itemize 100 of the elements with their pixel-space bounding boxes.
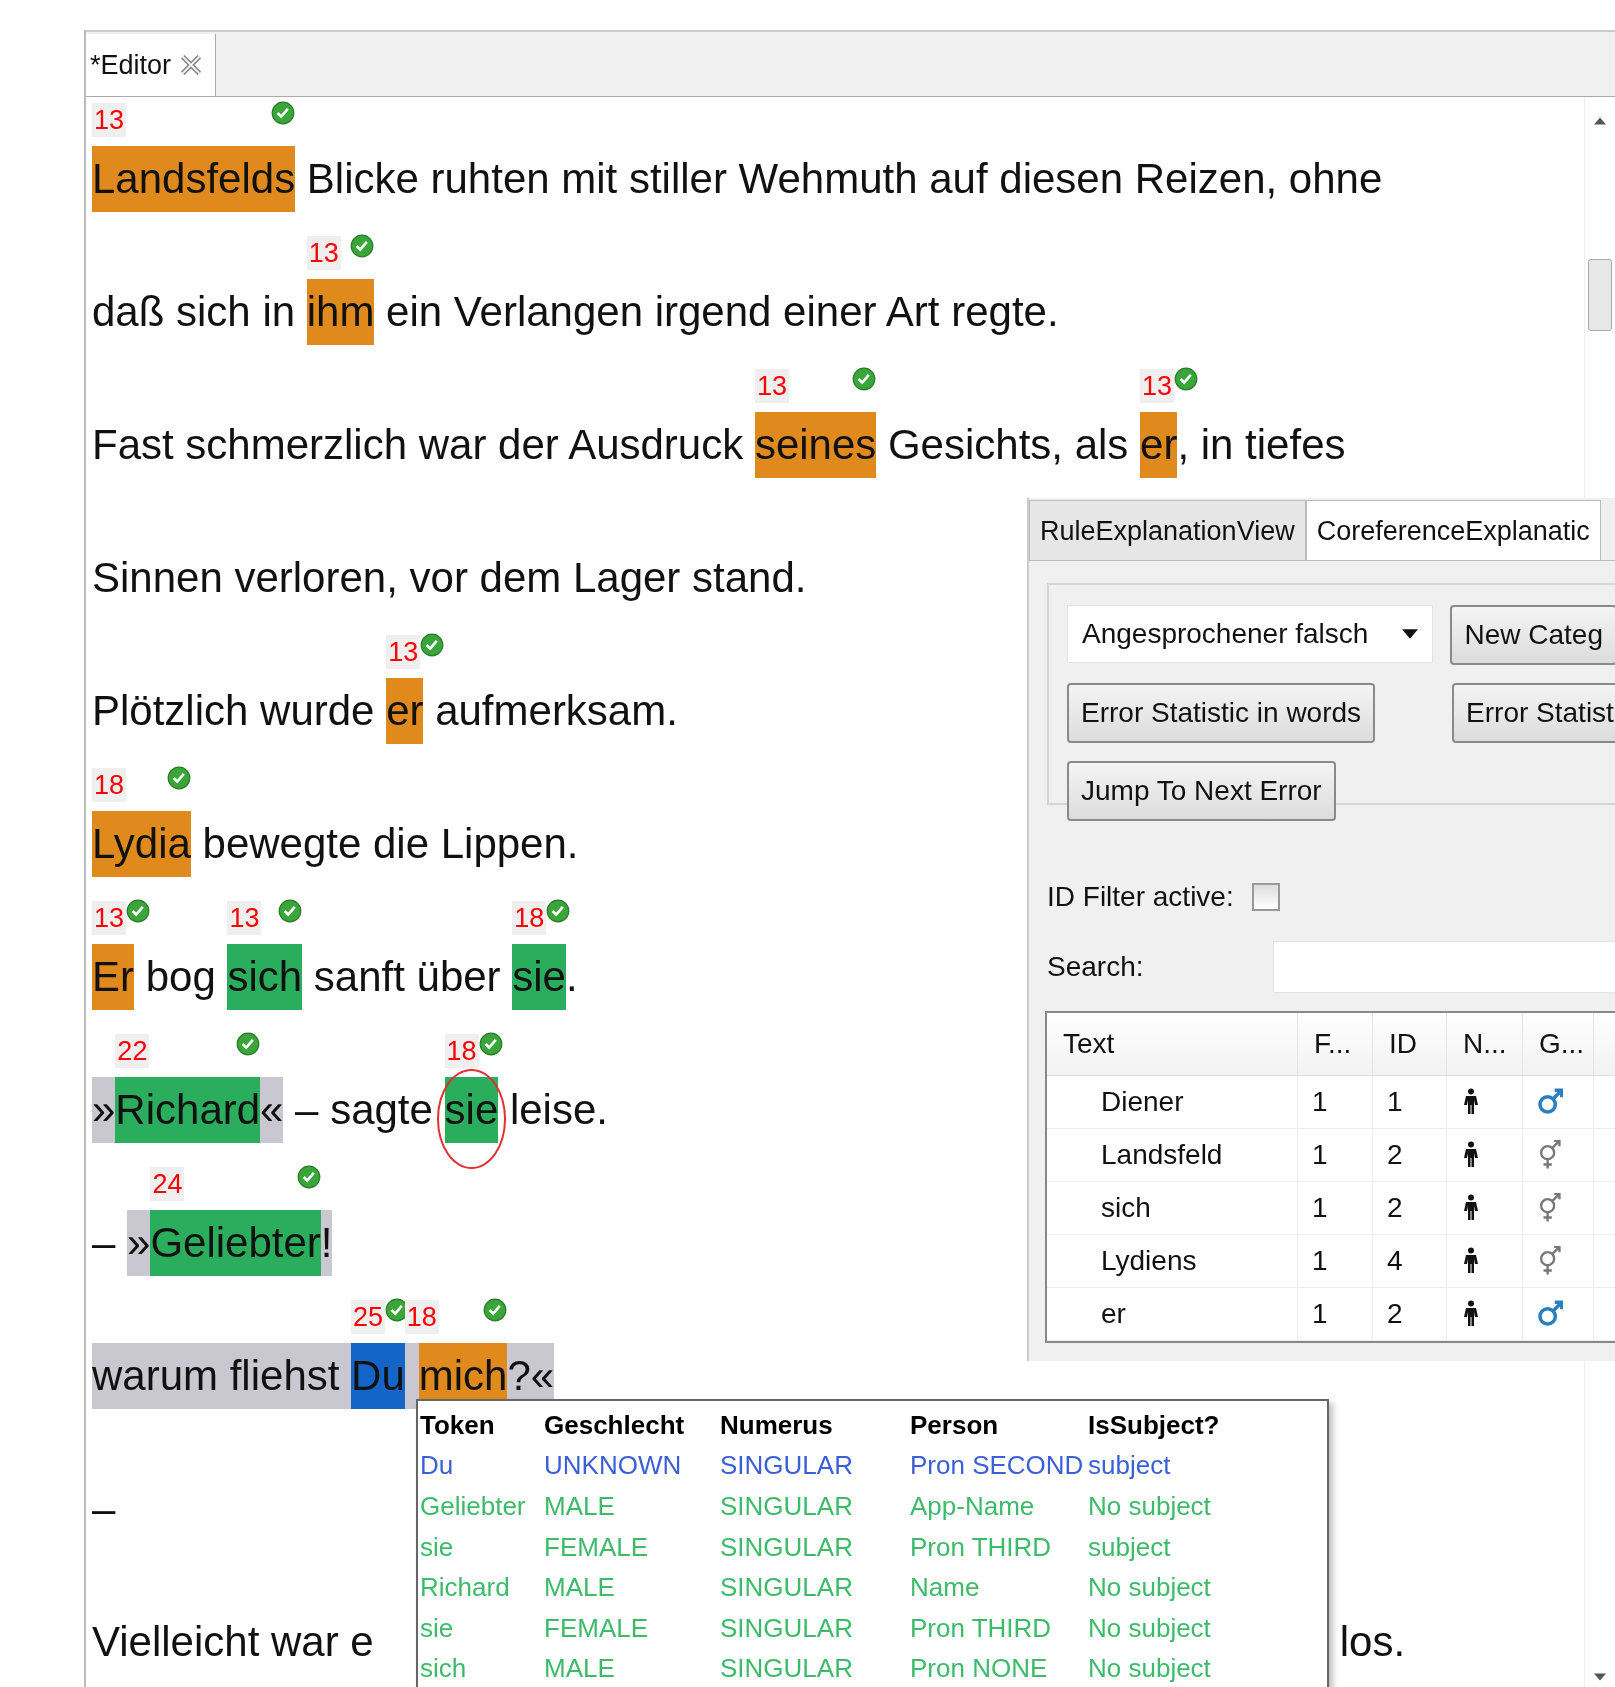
text-span: bewegte die Lippen. [201, 819, 579, 869]
tooltip-cell-text: Pron THIRD [910, 1612, 1053, 1644]
mention-id: 18 [92, 768, 127, 802]
check-icon [478, 1032, 503, 1056]
mention-id: 13 [92, 103, 127, 137]
mention-id: 18 [404, 1300, 439, 1334]
mention-id: 18 [512, 901, 547, 935]
text-span: « [260, 1077, 284, 1143]
scroll-down-icon[interactable] [1594, 1673, 1606, 1681]
mention-id: 24 [150, 1167, 185, 1201]
mention-highlight[interactable]: Landsfelds [92, 146, 296, 212]
person-icon [1461, 1193, 1481, 1223]
editor-tab[interactable]: *Editor [86, 34, 217, 96]
tooltip-cell-text: SINGULAR [720, 1450, 854, 1482]
mention-id: 22 [115, 1034, 150, 1068]
mention-highlight[interactable]: er [1140, 412, 1178, 478]
category-dropdown[interactable]: Angesprochener falsch [1067, 605, 1434, 663]
tooltip-cell-text: SINGULAR [720, 1531, 854, 1563]
mention-highlight[interactable]: sie [512, 944, 566, 1010]
mention-id: 13 [92, 901, 127, 935]
tooltip-cell-text: FEMALE [544, 1612, 650, 1644]
check-icon [126, 899, 151, 923]
mention-highlight[interactable]: sie [444, 1077, 499, 1143]
action-button[interactable]: Error Statistic in words [1067, 683, 1376, 743]
gender-symbol-icon [1537, 1140, 1563, 1170]
filter-label: ID Filter active: [1047, 881, 1234, 913]
tooltip-cell-text: UNKNOWN [544, 1450, 683, 1482]
scroll-up-icon[interactable] [1594, 117, 1606, 125]
mention-id: 13 [754, 369, 789, 403]
text-span: – sagte [294, 1085, 434, 1135]
tooltip-cell-text: No subject [1088, 1653, 1212, 1685]
table-cell: 1 [1298, 1235, 1373, 1287]
mention-id: 13 [306, 236, 341, 270]
action-button[interactable]: Error Statist [1452, 683, 1615, 743]
mention-highlight[interactable]: seines [754, 412, 877, 478]
tooltip-cell-text: FEMALE [544, 1531, 650, 1563]
search-label: Search: [1047, 951, 1145, 983]
gender-symbol-icon [1537, 1193, 1563, 1223]
tooltip-cell-text: sie [420, 1531, 455, 1563]
check-icon [1174, 367, 1199, 391]
table-cell: er [1047, 1288, 1298, 1340]
tooltip-header: Token [420, 1409, 496, 1441]
mention-highlight[interactable]: Lydia [92, 811, 191, 877]
mention-highlight[interactable]: Richard [115, 1077, 261, 1143]
table-cell: 1 [1373, 1076, 1447, 1128]
tooltip-cell-text: SINGULAR [720, 1572, 854, 1604]
text-span: Sinnen verloren, vor dem Lager stand. [92, 553, 807, 603]
filter-checkbox[interactable] [1251, 883, 1280, 911]
text-span: Fast schmerzlich war der Ausdruck [92, 420, 745, 470]
person-icon [1461, 1087, 1481, 1117]
person-icon [1461, 1140, 1481, 1170]
check-icon [296, 1165, 321, 1189]
tooltip-cell-text: subject [1088, 1531, 1172, 1563]
tooltip-cell-text: App-Name [910, 1491, 1036, 1522]
scroll-thumb[interactable] [1588, 259, 1612, 331]
tooltip-cell-text: Name [910, 1572, 981, 1604]
gender-symbol-icon [1537, 1246, 1563, 1276]
mention-highlight[interactable]: Geliebter [150, 1210, 321, 1276]
table-cell: 1 [1298, 1182, 1373, 1234]
dropdown-caret-icon [1402, 629, 1419, 639]
mention-highlight[interactable]: er [386, 678, 424, 744]
mention-highlight[interactable]: Er [92, 944, 134, 1010]
column-header[interactable]: ID [1373, 1013, 1447, 1075]
check-icon [166, 766, 191, 790]
text-span: – [92, 1218, 117, 1268]
column-header[interactable]: G... [1523, 1013, 1594, 1075]
view-tab[interactable]: RuleExplanationView [1029, 500, 1306, 560]
text-span: sanft über [312, 952, 502, 1002]
tooltip-cell-text: Pron NONE [910, 1653, 1049, 1685]
mention-id: 13 [1140, 369, 1175, 403]
search-field[interactable] [1273, 941, 1615, 993]
view-tab[interactable]: CoreferenceExplanatic [1305, 500, 1601, 560]
tooltip-header: IsSubject? [1088, 1409, 1221, 1441]
tooltip-cell-text: subject [1088, 1450, 1172, 1482]
action-button[interactable]: New Categ [1450, 605, 1615, 665]
tooltip-cell-text: sie [420, 1612, 455, 1644]
mention-id: 13 [227, 901, 262, 935]
tooltip-header: Geschlecht [544, 1409, 686, 1441]
tooltip-cell-text: No subject [1088, 1572, 1212, 1604]
close-icon[interactable] [181, 55, 202, 75]
tooltip-header: Numerus [720, 1409, 834, 1441]
tooltip-cell-text: SINGULAR [720, 1491, 854, 1522]
check-icon [350, 234, 375, 258]
action-button[interactable]: Jump To Next Error [1067, 761, 1336, 821]
mention-id: 25 [351, 1300, 386, 1334]
person-icon [1461, 1246, 1481, 1276]
tooltip-cell-text: Richard [420, 1572, 511, 1604]
table-cell: Landsfeld [1047, 1129, 1298, 1181]
column-header[interactable]: F... [1298, 1013, 1373, 1075]
column-header[interactable]: Text [1047, 1013, 1298, 1075]
mention-highlight[interactable]: ihm [306, 279, 375, 345]
mention-id: 18 [444, 1034, 479, 1068]
male-symbol-icon [1537, 1087, 1563, 1117]
column-header[interactable]: N... [1447, 1013, 1523, 1075]
text-span: Blicke ruhten mit stiller Wehmuth auf diesen Reizen, ohne [305, 154, 1383, 204]
mention-highlight[interactable]: sich [227, 944, 303, 1010]
table-cell: sich [1047, 1182, 1298, 1234]
table-cell: 1 [1298, 1076, 1373, 1128]
text-span: Vielleicht war e [92, 1617, 374, 1667]
table-cell: 2 [1373, 1129, 1447, 1181]
